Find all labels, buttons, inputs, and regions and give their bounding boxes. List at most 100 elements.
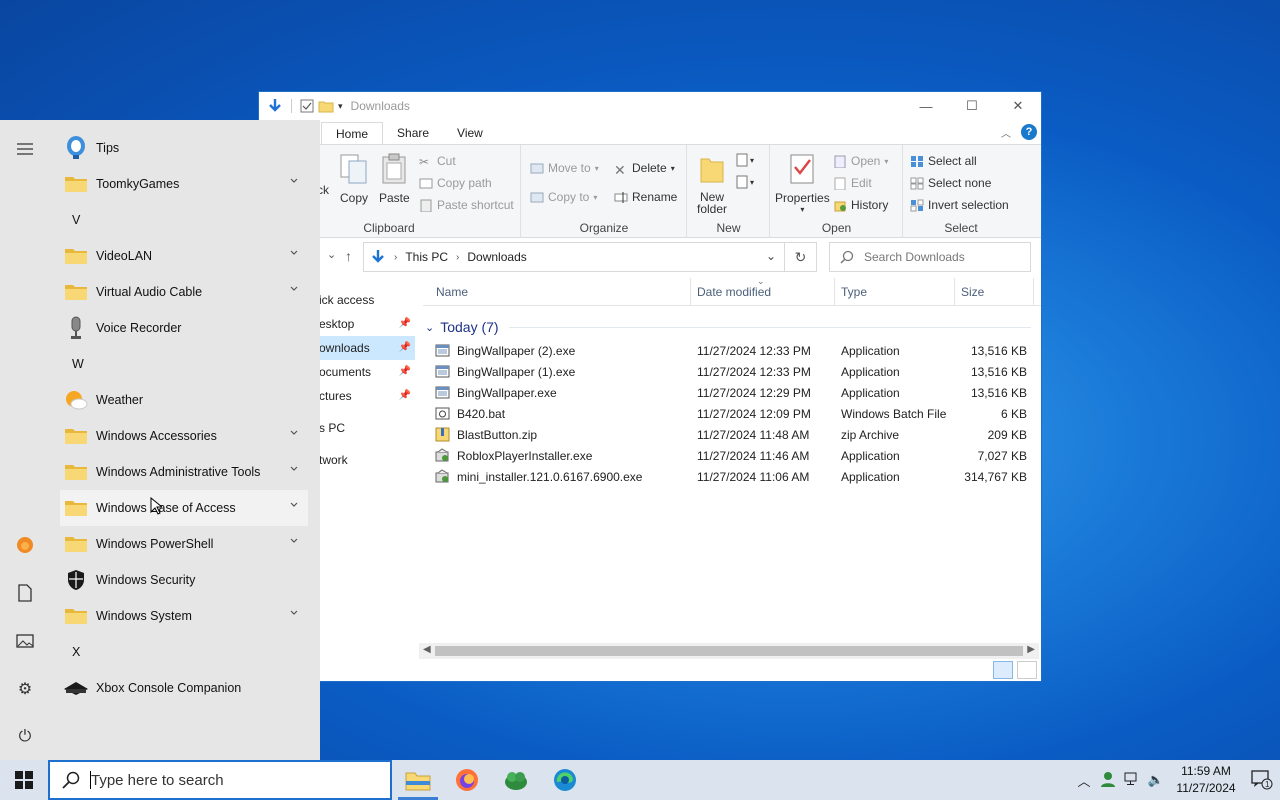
- table-row[interactable]: RobloxPlayerInstaller.exe 11/27/2024 11:4…: [423, 445, 1041, 466]
- app-item[interactable]: Windows Security: [60, 562, 308, 598]
- address-bar[interactable]: › This PC › Downloads ⌄: [363, 242, 785, 272]
- column-divider[interactable]: [954, 278, 955, 306]
- documents-icon[interactable]: [14, 582, 36, 604]
- nav-pictures[interactable]: ctures 📌: [319, 384, 415, 408]
- settings-gear-icon[interactable]: ⚙: [14, 678, 36, 700]
- up-arrow-icon[interactable]: ↑: [345, 248, 352, 264]
- volume-icon[interactable]: 🔈: [1144, 772, 1168, 788]
- taskbar-search-box[interactable]: Type here to search: [48, 760, 392, 800]
- tab-share[interactable]: Share: [383, 122, 443, 144]
- cut-button[interactable]: ✂ Cut: [419, 154, 456, 169]
- new-folder-icon[interactable]: [318, 99, 334, 113]
- properties-button[interactable]: Properties ▾: [775, 153, 830, 214]
- taskbar-edge[interactable]: [541, 760, 589, 800]
- clock[interactable]: 11:59 AM 11/27/2024: [1168, 763, 1244, 797]
- select-none-button[interactable]: Select none: [910, 176, 991, 190]
- column-date-modified[interactable]: Date modified: [697, 285, 771, 299]
- app-folder-item[interactable]: Windows Accessories: [60, 418, 308, 454]
- alphabet-header[interactable]: W: [60, 346, 308, 382]
- select-all-button[interactable]: Select all: [910, 154, 977, 168]
- people-icon[interactable]: [1096, 771, 1120, 790]
- collapse-ribbon-chevron-icon[interactable]: ︿: [1001, 125, 1011, 140]
- column-divider[interactable]: [1033, 278, 1034, 306]
- nav-desktop[interactable]: esktop 📌: [319, 312, 415, 336]
- open-button[interactable]: Open ▾: [833, 154, 888, 168]
- new-folder-button[interactable]: New folder: [694, 153, 730, 215]
- help-icon[interactable]: ?: [1021, 124, 1037, 140]
- network-icon[interactable]: [1120, 771, 1144, 790]
- nav-network[interactable]: twork: [319, 448, 415, 472]
- nav-this-pc[interactable]: s PC: [319, 416, 415, 440]
- column-size[interactable]: Size: [961, 285, 984, 299]
- app-folder-item[interactable]: Windows Administrative Tools: [60, 454, 308, 490]
- large-icons-view-icon[interactable]: [1017, 661, 1037, 679]
- app-folder-item[interactable]: Windows PowerShell: [60, 526, 308, 562]
- alphabet-header[interactable]: V: [60, 202, 308, 238]
- history-button[interactable]: History: [833, 198, 888, 212]
- app-folder-item[interactable]: ToomkyGames: [60, 166, 308, 202]
- new-item-button[interactable]: ▾: [736, 153, 758, 167]
- table-row[interactable]: B420.bat 11/27/2024 12:09 PM Windows Batch…: [423, 403, 1041, 424]
- column-type[interactable]: Type: [841, 285, 867, 299]
- invert-selection-button[interactable]: Invert selection: [910, 198, 1009, 212]
- table-row[interactable]: mini_installer.121.0.6167.6900.exe 11/27/…: [423, 466, 1041, 487]
- app-item[interactable]: Weather: [60, 382, 308, 418]
- app-folder-item[interactable]: VideoLAN: [60, 238, 308, 274]
- copy-to-button[interactable]: Copy to ▾: [530, 190, 597, 204]
- action-center-button[interactable]: 1: [1244, 770, 1280, 790]
- table-row[interactable]: BingWallpaper (1).exe 11/27/2024 12:33 PM…: [423, 361, 1041, 382]
- search-box[interactable]: Search Downloads: [829, 242, 1031, 272]
- app-folder-item[interactable]: Virtual Audio Cable: [60, 274, 308, 310]
- minimize-button[interactable]: —: [903, 92, 949, 120]
- paste-button[interactable]: Paste: [379, 153, 410, 205]
- taskbar-file-explorer[interactable]: [394, 760, 442, 800]
- scrollbar-thumb[interactable]: [435, 646, 1023, 656]
- horizontal-scrollbar[interactable]: ◀ ▶: [419, 643, 1039, 659]
- alphabet-header[interactable]: X: [60, 634, 308, 670]
- address-dropdown-chevron-icon[interactable]: ⌄: [766, 249, 776, 263]
- copy-path-button[interactable]: Copy path: [419, 176, 492, 190]
- scroll-right-icon[interactable]: ▶: [1027, 644, 1035, 655]
- column-divider[interactable]: [690, 278, 691, 306]
- copy-button[interactable]: Copy: [339, 153, 369, 205]
- edit-button[interactable]: Edit: [833, 176, 872, 190]
- scroll-left-icon[interactable]: ◀: [423, 644, 431, 655]
- user-avatar[interactable]: [14, 534, 36, 556]
- refresh-button[interactable]: ↻: [785, 242, 817, 272]
- maximize-button[interactable]: ☐: [949, 92, 995, 120]
- column-name[interactable]: Name: [436, 285, 468, 299]
- hamburger-menu-icon[interactable]: [14, 138, 36, 160]
- start-button[interactable]: [0, 760, 48, 800]
- power-icon[interactable]: ⏻: [14, 726, 36, 748]
- breadcrumb-this-pc[interactable]: This PC: [405, 250, 448, 264]
- table-row[interactable]: BlastButton.zip 11/27/2024 11:48 AM zip Ar…: [423, 424, 1041, 445]
- nav-quick-access[interactable]: ick access: [319, 288, 415, 312]
- app-folder-item[interactable]: Windows Ease of Access: [60, 490, 308, 526]
- breadcrumb-downloads[interactable]: Downloads: [467, 250, 526, 264]
- delete-button[interactable]: ✕ Delete ▾: [614, 161, 675, 178]
- table-row[interactable]: BingWallpaper (2).exe 11/27/2024 12:33 PM…: [423, 340, 1041, 361]
- group-header-today[interactable]: ⌄ Today (7): [423, 314, 1041, 340]
- downloads-arrow-icon[interactable]: [267, 98, 283, 114]
- easy-access-button[interactable]: ▾: [736, 175, 758, 189]
- pictures-icon[interactable]: [14, 630, 36, 652]
- app-item[interactable]: Xbox Console Companion: [60, 670, 308, 706]
- tab-home[interactable]: Home: [321, 122, 384, 144]
- table-row[interactable]: BingWallpaper.exe 11/27/2024 12:29 PM Appl…: [423, 382, 1041, 403]
- nav-downloads[interactable]: ownloads 📌: [319, 336, 415, 360]
- move-to-button[interactable]: Move to ▾: [530, 161, 599, 175]
- app-item[interactable]: Tips: [60, 130, 308, 166]
- show-hidden-icons-chevron-icon[interactable]: ︿: [1072, 771, 1096, 790]
- customize-toolbar-chevron-icon[interactable]: ▾: [338, 101, 343, 112]
- column-divider[interactable]: [834, 278, 835, 306]
- recent-locations-chevron-icon[interactable]: ⌄: [327, 248, 336, 261]
- details-view-icon[interactable]: [993, 661, 1013, 679]
- rename-button[interactable]: Rename: [614, 190, 677, 204]
- taskbar-xbox-app[interactable]: [492, 760, 540, 800]
- paste-shortcut-button[interactable]: Paste shortcut: [419, 198, 514, 212]
- tab-view[interactable]: View: [443, 122, 497, 144]
- nav-documents[interactable]: ocuments 📌: [319, 360, 415, 384]
- properties-check-icon[interactable]: [300, 99, 314, 113]
- app-folder-item[interactable]: Windows System: [60, 598, 308, 634]
- taskbar-firefox[interactable]: [443, 760, 491, 800]
